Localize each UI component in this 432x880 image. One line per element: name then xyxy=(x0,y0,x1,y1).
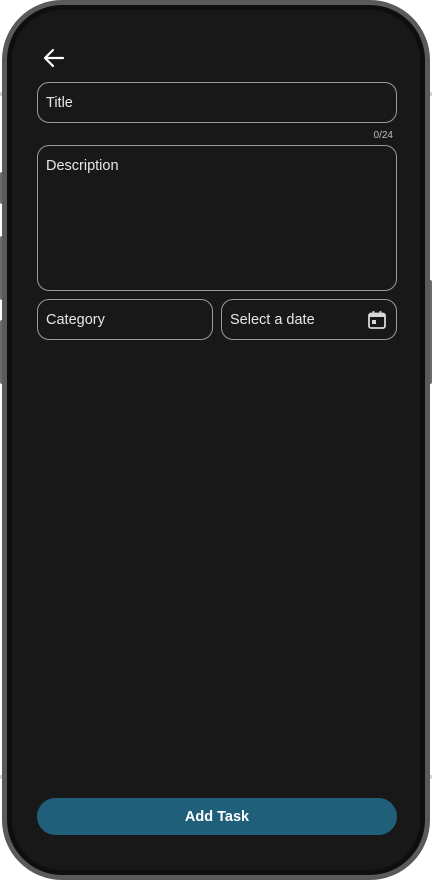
phone-frame: Title 0/24 Description Category Select a… xyxy=(2,0,430,880)
title-field[interactable]: Title xyxy=(37,82,397,123)
date-field-label: Select a date xyxy=(230,311,315,328)
date-field[interactable]: Select a date xyxy=(221,299,397,340)
add-task-button[interactable]: Add Task xyxy=(37,798,397,835)
category-field[interactable]: Category xyxy=(37,299,213,340)
title-character-counter: 0/24 xyxy=(373,130,393,141)
app-screen: Title 0/24 Description Category Select a… xyxy=(7,5,425,875)
arrow-left-icon xyxy=(43,48,65,68)
description-field[interactable]: Description xyxy=(37,145,397,291)
title-field-label: Title xyxy=(46,94,73,111)
back-button[interactable] xyxy=(39,43,69,73)
calendar-icon[interactable] xyxy=(366,309,388,331)
description-field-label: Description xyxy=(46,158,119,174)
category-field-label: Category xyxy=(46,311,105,328)
